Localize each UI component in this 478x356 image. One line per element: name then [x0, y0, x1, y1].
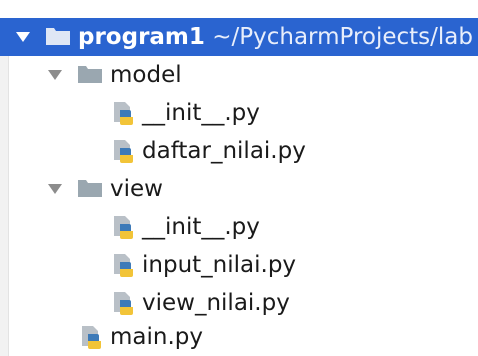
- file-label: __init__.py: [142, 100, 260, 126]
- root-folder-name: program1: [78, 24, 205, 50]
- tree-row-file[interactable]: __init__.py: [0, 94, 478, 132]
- folder-label: model: [110, 62, 182, 88]
- python-file-icon: [80, 318, 106, 356]
- python-file-icon: [112, 246, 138, 284]
- tree-row-file[interactable]: input_nilai.py: [0, 246, 478, 284]
- tree-row-file[interactable]: daftar_nilai.py: [0, 132, 478, 170]
- folder-label: view: [110, 176, 163, 202]
- python-file-icon: [112, 208, 138, 246]
- file-label: input_nilai.py: [142, 252, 297, 278]
- file-label: daftar_nilai.py: [142, 138, 306, 164]
- tree-row-file[interactable]: view_nilai.py: [0, 284, 478, 322]
- tree-row-folder-view[interactable]: view: [0, 170, 478, 208]
- expand-arrow-icon[interactable]: [46, 56, 66, 94]
- root-folder-label: program1 ~/PycharmProjects/lab: [78, 18, 473, 56]
- tree-row-folder-model[interactable]: model: [0, 56, 478, 94]
- folder-icon: [78, 170, 104, 208]
- folder-icon: [78, 56, 104, 94]
- tree-row-file[interactable]: __init__.py: [0, 208, 478, 246]
- file-label: main.py: [110, 324, 203, 350]
- python-file-icon: [112, 132, 138, 170]
- root-folder-path: ~/PycharmProjects/lab: [212, 24, 474, 50]
- folder-icon: [46, 18, 72, 56]
- file-label: __init__.py: [142, 214, 260, 240]
- file-label: view_nilai.py: [142, 290, 290, 316]
- expand-arrow-icon[interactable]: [14, 18, 34, 56]
- python-file-icon: [112, 94, 138, 132]
- python-file-icon: [112, 284, 138, 322]
- tree-row-root-program1[interactable]: program1 ~/PycharmProjects/lab: [0, 18, 478, 56]
- tree-row-file[interactable]: main.py: [0, 318, 478, 356]
- project-tree: program1 ~/PycharmProjects/lab model __i…: [0, 0, 478, 356]
- expand-arrow-icon[interactable]: [46, 170, 66, 208]
